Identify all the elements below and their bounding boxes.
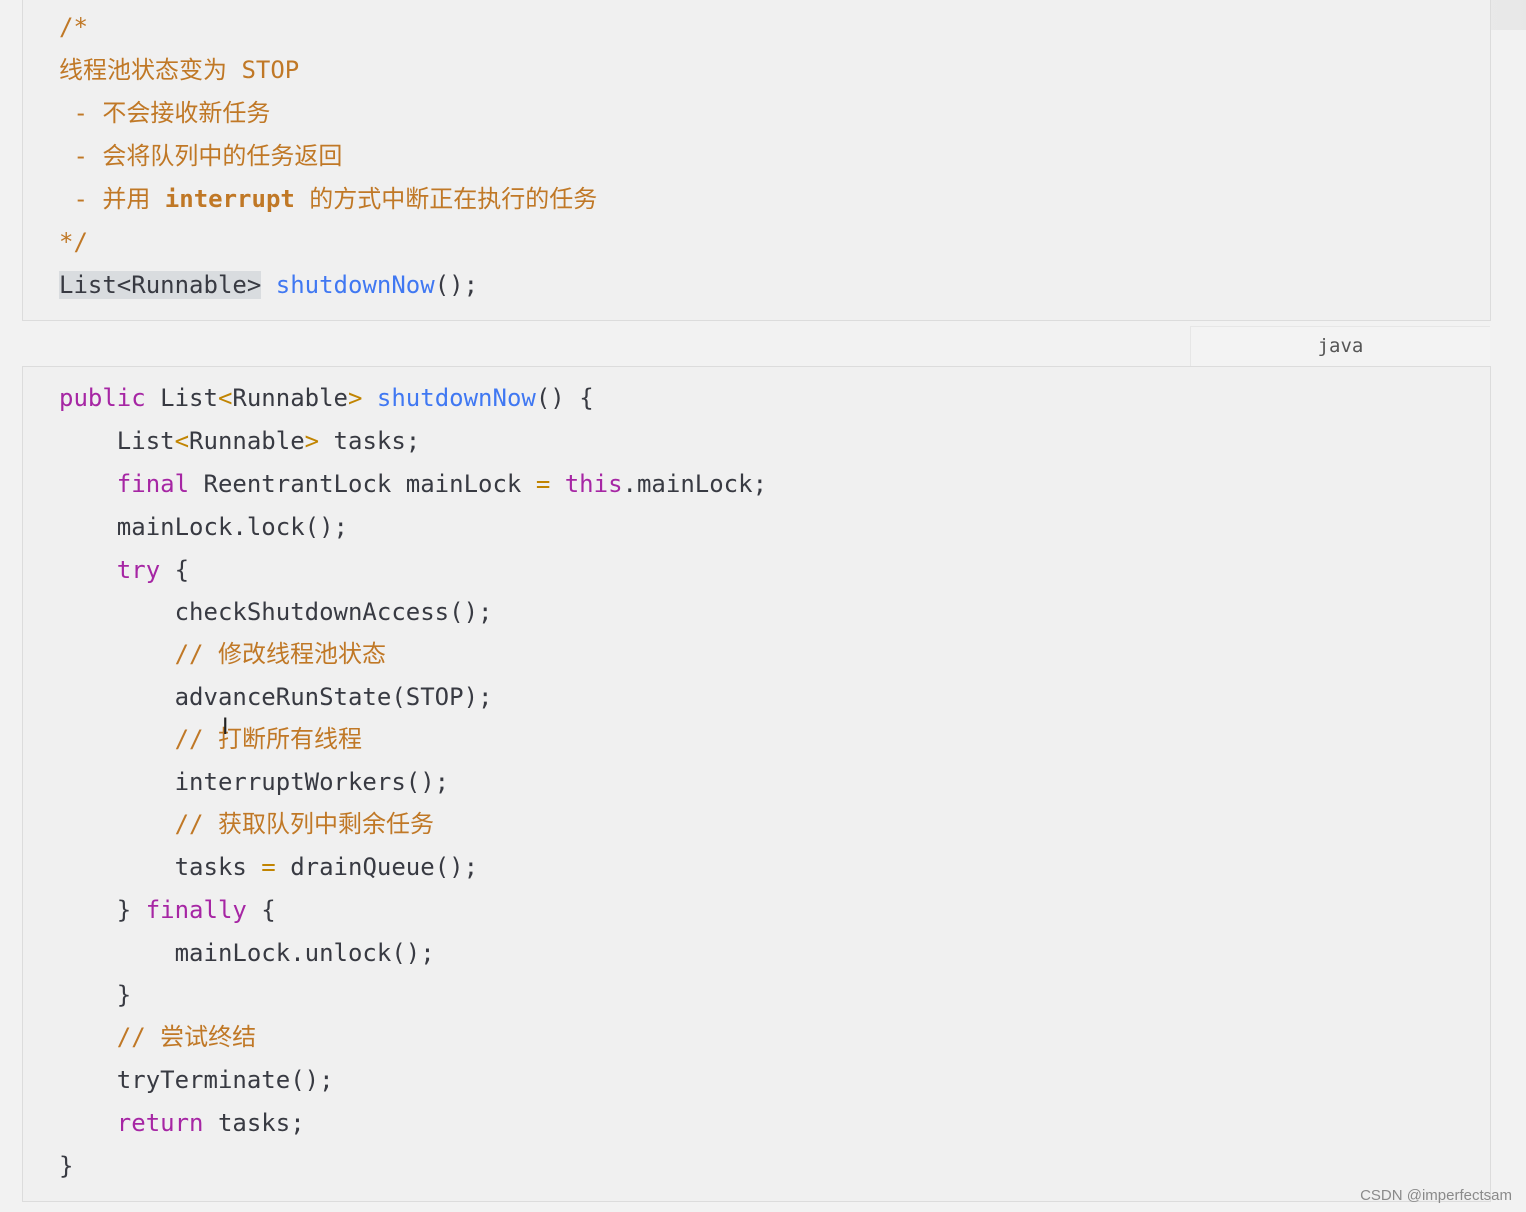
- comment-text: // 获取队列中剩余任务: [59, 810, 434, 838]
- code-text: tryTerminate();: [59, 1066, 334, 1094]
- text-cursor-icon: I: [222, 715, 229, 740]
- code-text: tasks;: [203, 1109, 305, 1137]
- operator: =: [535, 470, 551, 498]
- code-text: Runnable: [189, 427, 305, 455]
- code-text: advanceRunState(STOP);: [59, 683, 493, 711]
- code-line: List<Runnable> shutdownNow();: [59, 264, 478, 307]
- code-text: drainQueue();: [275, 853, 479, 881]
- code-text: }: [59, 981, 132, 1009]
- keyword: finally: [145, 896, 247, 924]
- code-line: // 修改线程池状态: [59, 633, 386, 676]
- code-line: - 会将队列中的任务返回: [59, 135, 342, 178]
- operator: >: [348, 384, 363, 412]
- code-line: - 不会接收新任务: [59, 92, 270, 135]
- code-text: Runnable: [232, 384, 348, 412]
- method-name: shutdownNow: [376, 384, 536, 412]
- code-line: mainLock.lock();: [59, 506, 348, 549]
- code-line: interruptWorkers();: [59, 761, 450, 804]
- comment-text: // 打断所有线程: [59, 725, 362, 753]
- code-text: List: [59, 427, 175, 455]
- comment-text: // 尝试终结: [59, 1023, 257, 1051]
- code-line: // 打断所有线程: [59, 718, 362, 761]
- code-text: tasks: [59, 853, 262, 881]
- code-line: advanceRunState(STOP);: [59, 676, 493, 719]
- operator: >: [304, 427, 320, 455]
- code-text: }: [59, 896, 146, 924]
- code-line: - 并用 interrupt 的方式中断正在执行的任务: [59, 178, 597, 221]
- code-text: checkShutdownAccess();: [59, 598, 493, 626]
- language-label: java: [1190, 326, 1490, 366]
- code-line: }: [59, 974, 131, 1017]
- operator: =: [261, 853, 276, 881]
- code-line: return tasks;: [59, 1102, 305, 1145]
- keyword: final: [59, 470, 190, 498]
- code-text: tasks;: [319, 427, 421, 455]
- watermark: CSDN @imperfectsam: [1360, 1187, 1512, 1204]
- code-text: mainLock.lock();: [59, 513, 348, 541]
- comment-text: - 并用: [59, 185, 165, 213]
- code-block-signature: /* 线程池状态变为 STOP - 不会接收新任务 - 会将队列中的任务返回 -…: [22, 0, 1491, 321]
- code-line: checkShutdownAccess();: [59, 591, 493, 634]
- comment-text: /*: [59, 13, 88, 41]
- code-line: mainLock.unlock();: [59, 932, 435, 975]
- language-label-text: java: [1317, 335, 1364, 357]
- operator: <: [174, 427, 190, 455]
- comment-text: - 会将队列中的任务返回: [59, 142, 343, 170]
- keyword: return: [59, 1109, 204, 1137]
- comment-text: 的方式中断正在执行的任务: [294, 185, 598, 213]
- comment-text: // 修改线程池状态: [59, 640, 386, 668]
- code-line: /*: [59, 6, 88, 49]
- code-text: {: [160, 556, 190, 584]
- code-line: tryTerminate();: [59, 1059, 334, 1102]
- code-line: // 获取队列中剩余任务: [59, 803, 434, 846]
- code-line: try {: [59, 549, 189, 592]
- code-text: }: [59, 1152, 74, 1180]
- code-text: interruptWorkers();: [59, 768, 450, 796]
- code-text: mainLock.unlock();: [59, 939, 435, 967]
- code-line: // 尝试终结: [59, 1016, 256, 1059]
- operator: <: [217, 384, 233, 412]
- comment-text: 线程池状态变为 STOP: [59, 56, 300, 84]
- code-line: List<Runnable> tasks;: [59, 420, 420, 463]
- method-name: shutdownNow: [275, 271, 435, 299]
- keyword: public: [59, 384, 146, 412]
- code-block-implementation: public List<Runnable> shutdownNow() { Li…: [22, 366, 1491, 1202]
- punctuation: ();: [434, 271, 479, 299]
- keyword: try: [59, 556, 161, 584]
- keyword: this: [564, 470, 623, 498]
- code-line: }: [59, 1145, 73, 1188]
- code-line: tasks = drainQueue();: [59, 846, 478, 889]
- code-line: public List<Runnable> shutdownNow() {: [59, 377, 594, 420]
- code-text: List: [145, 384, 218, 412]
- code-text: ReentrantLock mainLock: [189, 470, 536, 498]
- code-text: {: [246, 896, 276, 924]
- code-line: final ReentrantLock mainLock = this.main…: [59, 463, 767, 506]
- selected-type-text[interactable]: List<Runnable>: [59, 271, 262, 299]
- code-line: 线程池状态变为 STOP: [59, 49, 299, 92]
- comment-text: */: [59, 228, 88, 256]
- comment-code-word: interrupt: [164, 185, 295, 213]
- code-line: } finally {: [59, 889, 276, 932]
- code-text: () {: [535, 384, 594, 412]
- code-line: */: [59, 221, 88, 264]
- code-text: .mainLock;: [622, 470, 768, 498]
- comment-text: - 不会接收新任务: [59, 99, 271, 127]
